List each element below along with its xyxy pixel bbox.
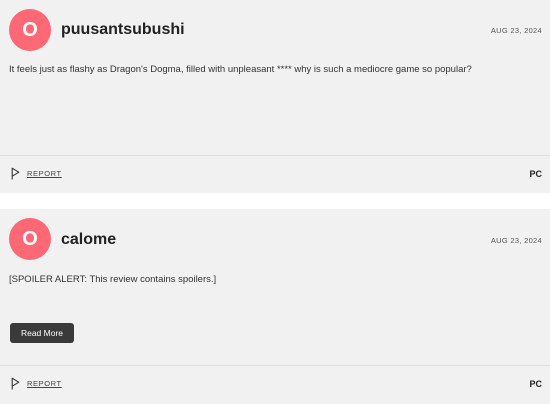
- report-button[interactable]: REPORT: [11, 377, 62, 390]
- report-label: REPORT: [27, 379, 62, 388]
- report-button[interactable]: REPORT: [11, 167, 62, 180]
- flag-icon: [11, 377, 20, 390]
- platform-label: PC: [529, 379, 542, 389]
- username[interactable]: puusantsubushi: [61, 21, 185, 39]
- avatar[interactable]: O: [9, 218, 51, 260]
- review-text: [SPOILER ALERT: This review contains spo…: [9, 274, 217, 285]
- review-card: O calome AUG 23, 2024 [SPOILER ALERT: Th…: [0, 209, 550, 404]
- review-date: AUG 23, 2024: [490, 26, 542, 35]
- review-card: O puusantsubushi AUG 23, 2024 It feels j…: [0, 0, 550, 193]
- flag-icon: [11, 167, 20, 180]
- avatar-letter: O: [22, 228, 38, 250]
- review-text: It feels just as flashy as Dragon's Dogm…: [9, 64, 472, 75]
- avatar-letter: O: [22, 19, 38, 41]
- review-footer: REPORT PC: [0, 365, 550, 402]
- read-more-button[interactable]: Read More: [10, 323, 74, 343]
- review-date: AUG 23, 2024: [490, 236, 542, 245]
- report-label: REPORT: [27, 169, 62, 178]
- review-footer: REPORT PC: [0, 155, 550, 192]
- username[interactable]: calome: [61, 231, 116, 249]
- avatar[interactable]: O: [9, 9, 51, 51]
- platform-label: PC: [529, 169, 542, 179]
